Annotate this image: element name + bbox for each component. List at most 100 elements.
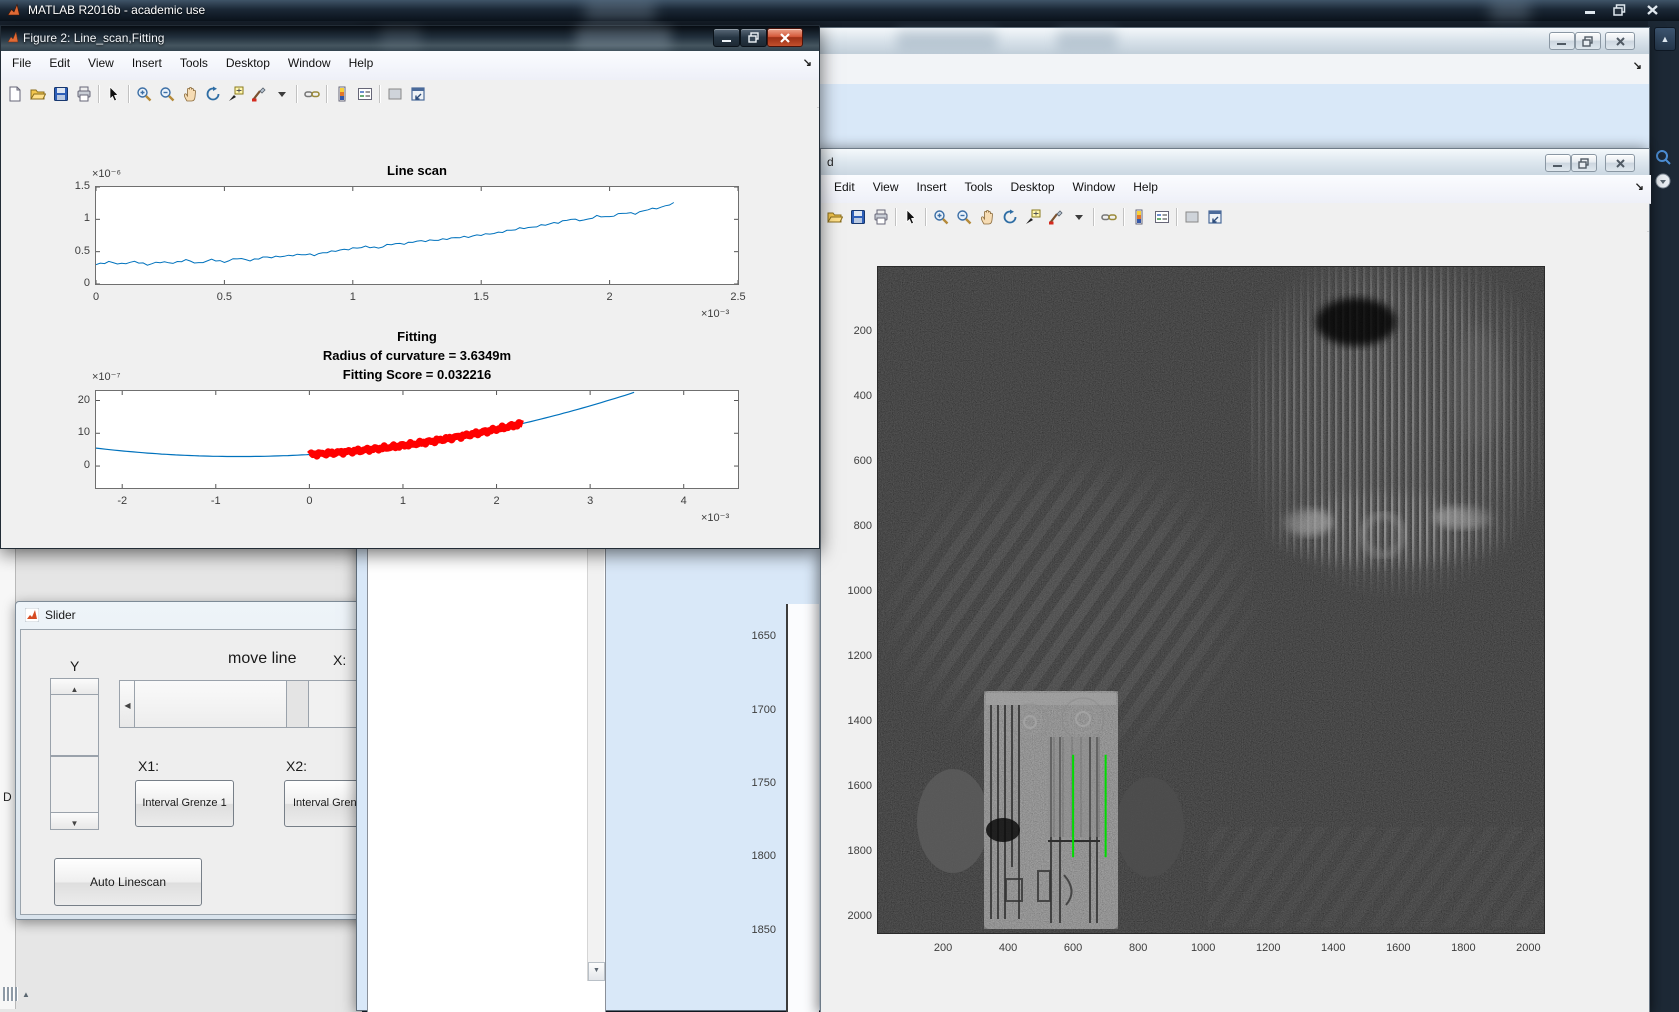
dropdown-circle-icon[interactable]	[1655, 173, 1672, 195]
menu-edit[interactable]: Edit	[825, 175, 864, 198]
brush-data-icon[interactable]	[1044, 206, 1067, 228]
search-icon[interactable]	[1655, 149, 1672, 171]
insert-colorbar-icon[interactable]	[1127, 206, 1150, 228]
pan-hand-icon[interactable]	[178, 83, 201, 105]
minimize-button[interactable]	[713, 28, 740, 47]
brush-dropdown-icon[interactable]	[1067, 206, 1090, 228]
pan-hand-icon[interactable]	[975, 206, 998, 228]
save-figure-icon[interactable]	[846, 206, 869, 228]
dock-figure-icon[interactable]: ↘	[1635, 180, 1644, 193]
figure2-titlebar[interactable]: Figure 2: Line_scan,Fitting	[1, 26, 819, 51]
menu-edit[interactable]: Edit	[40, 51, 79, 74]
save-figure-icon[interactable]	[49, 83, 72, 105]
unwrapped-phase-image	[877, 266, 1545, 934]
menu-help[interactable]: Help	[340, 51, 383, 74]
image-ytick-1200: 1200	[847, 650, 872, 663]
insert-colorbar-icon[interactable]	[330, 83, 353, 105]
minimize-button[interactable]	[1545, 154, 1571, 172]
image-xtick-1200: 1200	[1255, 942, 1281, 954]
hide-plot-tools-icon[interactable]	[383, 83, 406, 105]
x-slider-thumb[interactable]	[134, 680, 288, 728]
dock-figure-icon[interactable]	[406, 83, 429, 105]
brush-dropdown-icon[interactable]	[270, 83, 293, 105]
open-file-icon[interactable]	[26, 83, 49, 105]
edit-arrow-icon[interactable]	[899, 206, 922, 228]
print-figure-icon[interactable]	[72, 83, 95, 105]
menu-view[interactable]: View	[864, 175, 908, 198]
edit-arrow-icon[interactable]	[102, 83, 125, 105]
dock-figure-icon[interactable]: ↘	[803, 56, 812, 69]
data-cursor-icon[interactable]	[1021, 206, 1044, 228]
insert-legend-icon[interactable]	[1150, 206, 1173, 228]
panel-collapse-icon[interactable]: ▲	[1654, 27, 1676, 51]
image-ytick-800: 800	[853, 520, 872, 533]
dock-figure-icon[interactable]	[1203, 206, 1226, 228]
maximize-button[interactable]	[1575, 32, 1601, 50]
menu-file[interactable]: File	[3, 51, 40, 74]
fitting-xtick-3: 3	[587, 495, 594, 507]
matlab-main-titlebar[interactable]: MATLAB R2016b - academic use	[0, 0, 1679, 21]
menu-window[interactable]: Window	[1064, 175, 1125, 198]
menu-tools[interactable]: Tools	[171, 51, 217, 74]
figure-window-unwrapped: d Edit View Insert Tools Desktop Window Help ↘	[820, 148, 1651, 1012]
splitter-grip-icon[interactable]: ▲	[3, 987, 30, 1001]
toolbar-separator	[1176, 208, 1177, 226]
maximize-button[interactable]	[1571, 154, 1597, 172]
figure2-menubar: File Edit View Insert Tools Desktop Window Help…	[1, 51, 819, 81]
menu-insert[interactable]: Insert	[907, 175, 955, 198]
collapsed-panel-tab[interactable]: D	[3, 790, 12, 804]
linescan-xtick-2.5: 2.5	[730, 291, 746, 303]
print-figure-icon[interactable]	[869, 206, 892, 228]
fitting-ytick-20: 20	[77, 393, 90, 406]
image-ytick-400: 400	[853, 390, 872, 403]
link-plot-icon[interactable]	[1097, 206, 1120, 228]
dock-figure-icon[interactable]: ↘	[1633, 59, 1642, 72]
menu-help[interactable]: Help	[1124, 175, 1167, 198]
close-button[interactable]	[1605, 32, 1635, 50]
fitting-title-1: Fitting	[397, 329, 437, 344]
slider-window: Slider Y ▲ ▼ move line X: ◀ X1: X2: Inte…	[15, 601, 404, 920]
y-slider-upper-track[interactable]	[50, 694, 99, 756]
hide-plot-tools-icon[interactable]	[1180, 206, 1203, 228]
menu-window[interactable]: Window	[279, 51, 340, 74]
menu-tools[interactable]: Tools	[956, 175, 1002, 198]
brush-data-icon[interactable]	[247, 83, 270, 105]
open-file-icon[interactable]	[823, 206, 846, 228]
hidden-axes-tick-1650: 1650	[751, 630, 776, 642]
hidden-axes-tick-1750: 1750	[751, 777, 776, 789]
matlab-icon	[6, 31, 20, 48]
menu-desktop[interactable]: Desktop	[217, 51, 279, 74]
menu-view[interactable]: View	[79, 51, 123, 74]
link-plot-icon[interactable]	[300, 83, 323, 105]
menu-desktop[interactable]: Desktop	[1002, 175, 1064, 198]
hidden-axes-tick-1800: 1800	[751, 850, 776, 862]
data-cursor-icon[interactable]	[224, 83, 247, 105]
close-button[interactable]	[1638, 3, 1666, 17]
slider-titlebar[interactable]: Slider	[16, 602, 401, 629]
x-slider-track[interactable]	[286, 680, 310, 728]
minimize-button[interactable]	[1549, 32, 1575, 50]
zoom-out-icon[interactable]	[952, 206, 975, 228]
y-slider-lower-track[interactable]	[50, 756, 99, 814]
rotate-3d-icon[interactable]	[201, 83, 224, 105]
zoom-in-icon[interactable]	[132, 83, 155, 105]
interval-grenze-1-button[interactable]: Interval Grenze 1	[135, 780, 234, 827]
zoom-out-icon[interactable]	[155, 83, 178, 105]
toolbar-separator	[379, 84, 380, 103]
scroll-down-icon[interactable]: ▼	[588, 962, 605, 981]
fitting-x-exponent: ×10⁻³	[701, 512, 730, 524]
maximize-button[interactable]	[1606, 3, 1632, 17]
zoom-in-icon[interactable]	[929, 206, 952, 228]
y-slider-down[interactable]: ▼	[50, 812, 99, 830]
close-button[interactable]	[767, 28, 803, 47]
image-ytick-1800: 1800	[847, 845, 872, 858]
maximize-button[interactable]	[740, 28, 767, 47]
minimize-button[interactable]	[1577, 3, 1603, 17]
auto-linescan-button[interactable]: Auto Linescan	[54, 858, 202, 906]
menu-insert[interactable]: Insert	[123, 51, 171, 74]
new-document-icon[interactable]	[3, 83, 26, 105]
figure-titlebar[interactable]: d	[821, 149, 1649, 175]
close-button[interactable]	[1605, 154, 1635, 172]
insert-legend-icon[interactable]	[353, 83, 376, 105]
rotate-3d-icon[interactable]	[998, 206, 1021, 228]
